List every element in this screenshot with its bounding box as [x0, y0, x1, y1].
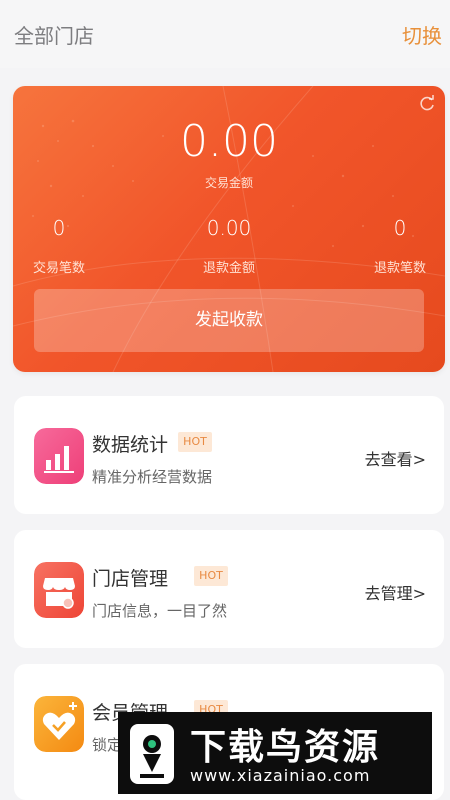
menu-subtitle-store-management: 门店信息，一目了然 — [92, 602, 228, 620]
view-stats-link[interactable]: 去查看> — [365, 446, 426, 470]
menu-title-store-management: 门店管理 — [92, 568, 169, 590]
transaction-count-label: 交易笔数 — [32, 261, 85, 276]
watermark-banner: 下载鸟资源 www.xiazainiao.com — [118, 712, 432, 794]
refund-count-value: 0 — [393, 216, 407, 240]
hot-badge: HOT — [178, 432, 212, 452]
transaction-amount-value: 0.00 — [180, 116, 278, 167]
member-heart-icon — [34, 696, 84, 752]
menu-subtitle-data-statistics: 精准分析经营数据 — [92, 468, 213, 486]
transaction-summary-card: 0.00 交易金额 0 交易笔数 0.00 退款金额 0 退款笔数 发起收款 — [13, 86, 445, 372]
transaction-amount-label: 交易金额 — [204, 176, 253, 190]
transaction-count-value: 0 — [52, 216, 66, 240]
menu-card-store-management[interactable]: 门店管理 HOT 门店信息，一目了然 去管理> — [14, 530, 444, 648]
hot-badge: HOT — [194, 566, 228, 586]
refund-amount-value: 0.00 — [206, 216, 252, 240]
refund-amount-label: 退款金额 — [202, 261, 255, 276]
menu-card-data-statistics[interactable]: 数据统计 HOT 精准分析经营数据 去查看> — [14, 396, 444, 514]
store-selector-title[interactable]: 全部门店 — [14, 20, 94, 49]
refund-count-label: 退款笔数 — [373, 261, 426, 276]
bar-chart-icon — [34, 428, 84, 484]
store-icon — [34, 562, 84, 618]
switch-store-button[interactable]: 切换 — [402, 20, 442, 49]
watermark-title: 下载鸟资源 — [190, 727, 381, 768]
refresh-icon[interactable] — [417, 94, 437, 114]
bird-logo-icon — [130, 724, 174, 784]
manage-store-link[interactable]: 去管理> — [365, 580, 426, 604]
menu-title-data-statistics: 数据统计 — [92, 434, 169, 456]
top-bar: 全部门店 切换 — [0, 0, 450, 68]
start-collection-button[interactable]: 发起收款 — [34, 289, 424, 352]
watermark-url: www.xiazainiao.com — [190, 766, 371, 785]
